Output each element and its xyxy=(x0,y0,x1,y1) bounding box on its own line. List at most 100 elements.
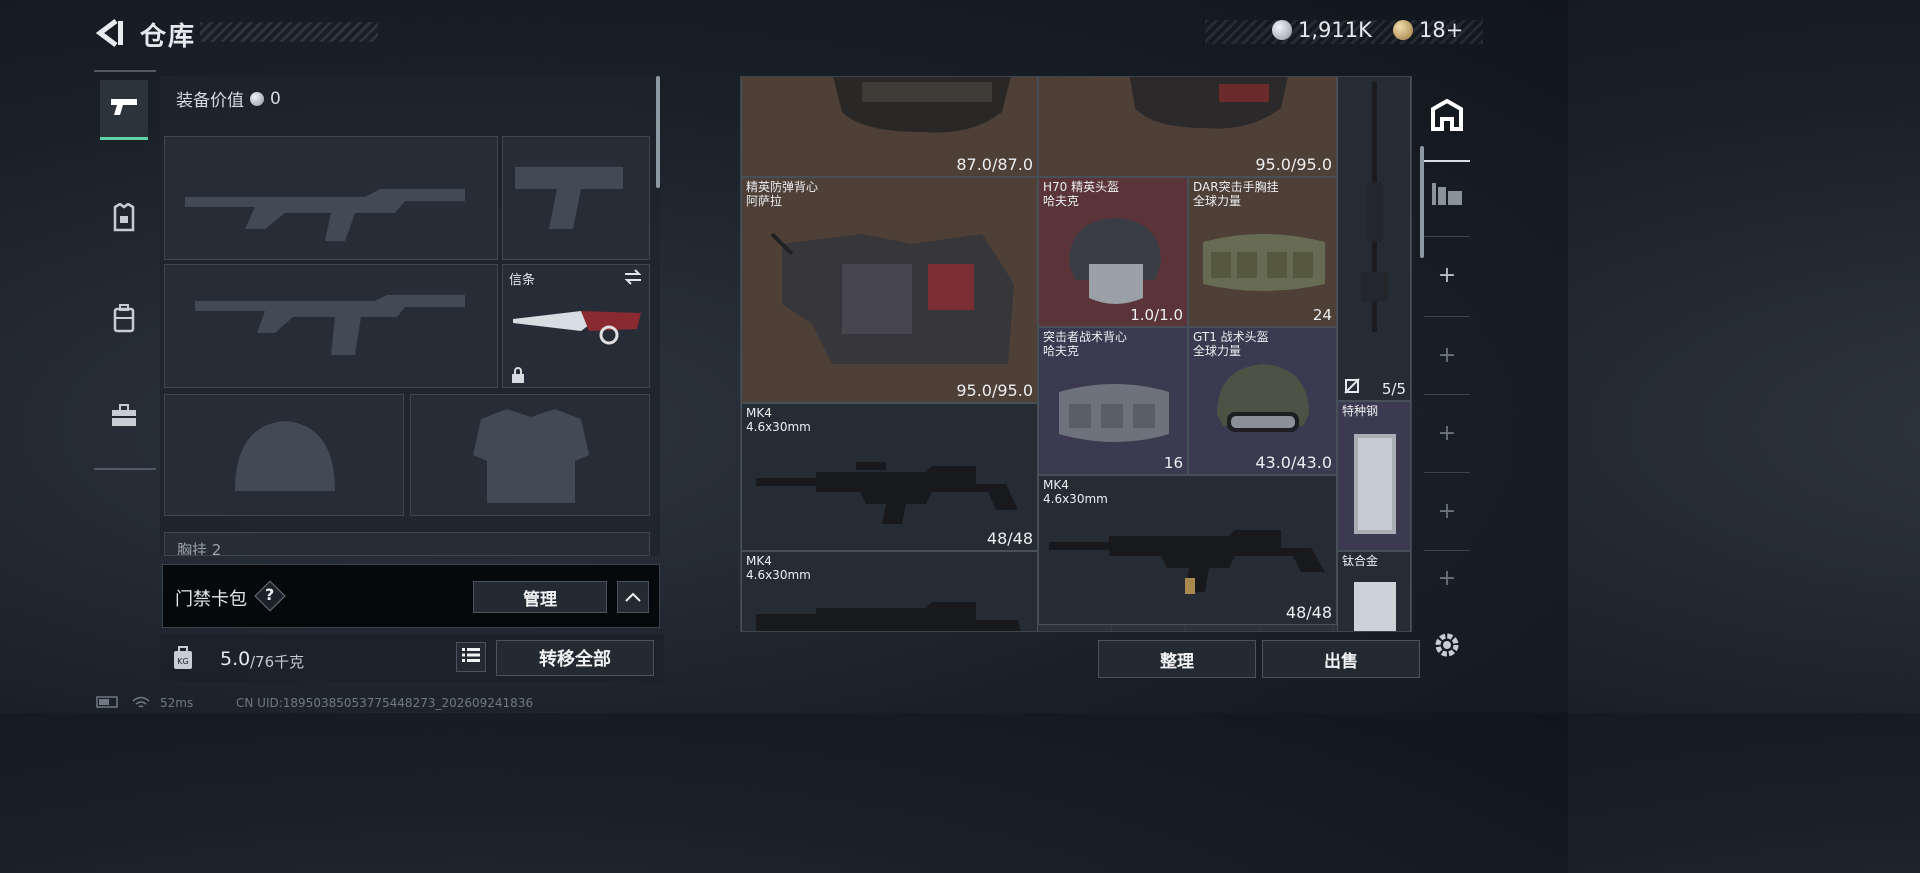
stash-item-helmet[interactable]: H70 精英头盔 哈夫克 1.0/1.0 xyxy=(1038,177,1188,327)
weight-bar: KG 5.0 /76千克 转移全部 xyxy=(160,634,664,682)
back-arrow-icon[interactable] xyxy=(94,18,124,48)
smg-image-icon xyxy=(756,602,1021,631)
plus-icon: + xyxy=(1437,421,1457,446)
stash-tab-second[interactable] xyxy=(1424,160,1470,230)
stash-item-vest[interactable]: 87.0/87.0 xyxy=(741,77,1038,177)
backpack-weight-icon: KG xyxy=(172,646,194,674)
equipment-value: 装备价值 0 xyxy=(176,86,281,112)
battery-icon xyxy=(96,696,120,711)
briefcase-icon xyxy=(110,404,138,432)
tab-case[interactable] xyxy=(100,388,148,448)
title-decoration xyxy=(200,22,378,42)
loadout-scrollbar[interactable] xyxy=(656,76,660,188)
helmet-silhouette-icon xyxy=(235,421,335,491)
gold-amount: 18+ xyxy=(1419,18,1464,42)
item-name: GT1 战术头盔 全球力量 xyxy=(1193,330,1269,358)
equipment-value-label: 装备价值 xyxy=(176,91,244,111)
keycard-bar: 门禁卡包 ? 管理 xyxy=(162,564,660,628)
help-icon[interactable]: ? xyxy=(265,585,274,604)
tactical-vest-image-icon xyxy=(1059,384,1169,442)
titanium-image-icon xyxy=(1354,582,1396,631)
armor-vest-image-icon xyxy=(770,232,1014,364)
collapse-button[interactable] xyxy=(617,581,649,613)
stash-item-helmet[interactable]: GT1 战术头盔 全球力量 43.0/43.0 xyxy=(1188,327,1337,475)
stash-item-smg[interactable]: MK4 4.6x30mm 48/48 xyxy=(1038,475,1337,625)
transfer-all-button[interactable]: 转移全部 xyxy=(496,640,654,676)
user-uid: CN UID:18950385053775448273_202609241836 xyxy=(236,696,534,710)
weight-max: /76千克 xyxy=(250,653,305,671)
stash-item-chest-rig[interactable]: DAR突击手胸挂 全球力量 24 xyxy=(1188,177,1337,327)
stash-tab-strip: + + + + + xyxy=(1424,76,1472,606)
helmet-image-icon xyxy=(1217,364,1309,432)
plus-icon: + xyxy=(1437,343,1457,368)
item-name: DAR突击手胸挂 全球力量 xyxy=(1193,180,1279,208)
page-title: 仓库 xyxy=(140,22,197,52)
stash-item-steel[interactable]: 特种钢 xyxy=(1337,401,1411,551)
stash-item-sniper[interactable]: 5/5 xyxy=(1337,77,1411,401)
smg-image-icon xyxy=(756,462,1018,524)
add-stash-tab-button[interactable]: + xyxy=(1424,394,1470,472)
gold-coin-icon xyxy=(1393,20,1413,40)
tab-backpack[interactable] xyxy=(100,290,148,350)
item-name: MK4 4.6x30mm xyxy=(746,554,811,582)
sell-button[interactable]: 出售 xyxy=(1262,640,1420,678)
list-view-button[interactable] xyxy=(456,642,486,672)
add-stash-tab-button[interactable]: + xyxy=(1424,550,1470,606)
plus-icon: + xyxy=(1437,566,1457,591)
secondary-weapon-slot[interactable] xyxy=(164,264,498,388)
svg-text:KG: KG xyxy=(177,657,188,666)
shelf-icon xyxy=(1430,181,1464,211)
plus-icon: + xyxy=(1437,499,1457,524)
item-capacity: 16 xyxy=(1163,454,1183,472)
backpack-icon xyxy=(112,303,136,337)
chest-rig-slot[interactable]: 胸挂 2 xyxy=(164,532,650,556)
primary-weapon-slot[interactable] xyxy=(164,136,498,260)
chest-rig-image-icon xyxy=(1203,234,1325,291)
settings-gear-icon[interactable] xyxy=(1432,630,1462,664)
add-stash-tab-button[interactable]: + xyxy=(1424,236,1470,314)
weight-current: 5.0 xyxy=(220,648,251,670)
knife-icon xyxy=(511,305,645,353)
keycard-label: 门禁卡包 xyxy=(175,589,247,610)
stash-item-tactical-vest[interactable]: 突击者战术背心 哈夫克 16 xyxy=(1038,327,1188,475)
item-name: H70 精英头盔 哈夫克 xyxy=(1043,180,1120,208)
rifle-silhouette-icon xyxy=(185,189,465,241)
steel-image-icon xyxy=(1354,434,1396,534)
smg-image-icon xyxy=(1049,530,1325,594)
helmet-image-icon xyxy=(1069,218,1161,304)
sort-button[interactable]: 整理 xyxy=(1098,640,1256,678)
item-durability: 1.0/1.0 xyxy=(1130,306,1183,324)
stash-item-titanium[interactable]: 钛合金 xyxy=(1337,551,1411,631)
item-ammo: 5/5 xyxy=(1381,380,1406,398)
helmet-slot[interactable] xyxy=(164,394,404,516)
tab-armor[interactable] xyxy=(100,190,148,250)
stash-home-icon xyxy=(1430,98,1464,135)
silver-coin-icon xyxy=(250,91,264,106)
armor-slot[interactable] xyxy=(410,394,650,516)
ammo-slash-icon xyxy=(1344,378,1360,398)
silver-currency[interactable]: 1,911K xyxy=(1272,16,1372,44)
wifi-icon xyxy=(132,696,150,713)
melee-slot[interactable]: 信条 xyxy=(502,264,650,388)
add-stash-tab-button[interactable]: + xyxy=(1424,472,1470,550)
chest-rig-label: 胸挂 2 xyxy=(177,541,222,556)
chevron-up-icon xyxy=(625,587,641,607)
stash-item-armor-vest[interactable]: 精英防弹背心 阿萨拉 95.0/95.0 xyxy=(741,177,1038,403)
item-name: 钛合金 xyxy=(1342,554,1379,568)
stash-item-smg[interactable]: MK4 4.6x30mm xyxy=(741,551,1038,631)
stash-item-vest[interactable]: 95.0/95.0 xyxy=(1038,77,1337,177)
swap-icon[interactable] xyxy=(623,269,643,289)
tab-weapons[interactable] xyxy=(100,80,148,140)
pistol-slot[interactable] xyxy=(502,136,650,260)
item-name: 特种钢 xyxy=(1342,404,1379,418)
stash-tab-main[interactable] xyxy=(1424,82,1470,152)
gold-currency[interactable]: 18+ xyxy=(1393,16,1463,44)
vest-image-icon xyxy=(833,77,1011,133)
pistol-icon xyxy=(109,96,139,122)
manage-button[interactable]: 管理 xyxy=(473,581,607,613)
stash-item-smg[interactable]: MK4 4.6x30mm 48/48 xyxy=(741,403,1038,551)
silver-amount: 1,911K xyxy=(1298,18,1372,42)
item-durability: 87.0/87.0 xyxy=(956,155,1033,174)
item-name: MK4 4.6x30mm xyxy=(1043,478,1108,506)
add-stash-tab-button[interactable]: + xyxy=(1424,316,1470,394)
